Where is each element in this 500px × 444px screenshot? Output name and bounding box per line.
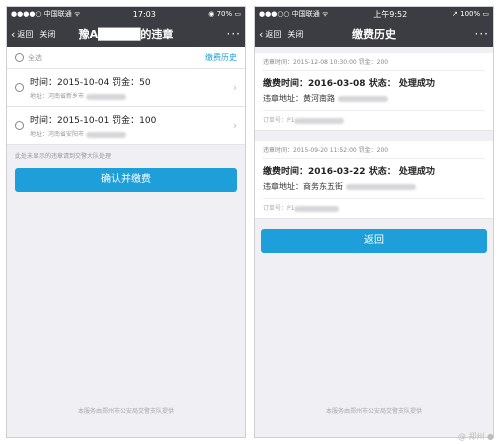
nav-bar: ‹ 返回 关闭 缴费历史 ···: [255, 21, 493, 47]
payment-history-link[interactable]: 缴费历史: [205, 52, 237, 63]
violation-item[interactable]: 时间：2015-10-01 罚金：100 地址：河南省安阳市 ›: [7, 107, 245, 145]
redacted-text: [294, 117, 345, 124]
service-provider-note: 本服务由郑州市公安局交警支队提供: [325, 408, 422, 415]
confirm-pay-button[interactable]: 确认并缴费: [15, 168, 237, 192]
chevron-right-icon: ›: [232, 81, 237, 94]
battery-indicator: ↗ 100% ▭: [452, 10, 489, 18]
order-number: 订单号：P1: [263, 110, 485, 124]
select-all-label: 全选: [28, 53, 42, 62]
close-button[interactable]: 关闭: [39, 29, 55, 40]
redacted-text: [294, 205, 340, 212]
violation-time-fine: 时间：2015-10-04 罚金：50: [30, 78, 151, 88]
payment-time-status: 缴费时间：2016-03-22 状态： 处理成功: [263, 167, 435, 177]
battery-indicator: ◉ 70% ▭: [208, 10, 241, 18]
clock: 上午9:52: [373, 9, 408, 19]
clock: 17:03: [132, 9, 156, 19]
back-button[interactable]: ‹ 返回: [259, 28, 281, 41]
left-phone-screen: ●●●●○ 中国联通 ᯤ 17:03 ◉ 70% ▭ ‹ 返回 关闭 豫A███…: [6, 6, 246, 438]
violation-checkbox[interactable]: [15, 83, 24, 92]
payment-time-status: 缴费时间：2016-03-08 状态： 处理成功: [263, 79, 435, 89]
violation-meta: 违章时间：2015-09-20 11:52:00 罚金：200: [263, 145, 485, 159]
back-button[interactable]: ‹ 返回: [11, 28, 33, 41]
status-bar: ●●●○○ 中国联通 ᯤ 上午9:52 ↗ 100% ▭: [255, 7, 493, 21]
status-bar: ●●●●○ 中国联通 ᯤ 17:03 ◉ 70% ▭: [7, 7, 245, 21]
more-menu-icon[interactable]: ···: [475, 27, 489, 41]
violation-item[interactable]: 时间：2015-10-04 罚金：50 地址：河南省新乡市 ›: [7, 69, 245, 107]
order-number: 订单号：P1: [263, 198, 485, 212]
redacted-text: [85, 93, 126, 100]
violation-address: 违章地址：商务东五街: [263, 181, 485, 192]
info-note: 此处未显示的违章请到交警大队处理: [15, 153, 112, 160]
list-header: 全选 缴费历史: [7, 47, 245, 69]
payment-record: 违章时间：2015-09-20 11:52:00 罚金：200 缴费时间：201…: [255, 141, 493, 219]
carrier-text: ●●●○○ 中国联通 ᯤ: [259, 10, 329, 18]
chevron-right-icon: ›: [232, 119, 237, 132]
redacted-text: [345, 183, 416, 190]
carrier-text: ●●●●○ 中国联通 ᯤ: [11, 10, 81, 18]
violation-address: 地址：河南省安阳市: [30, 129, 156, 138]
nav-bar: ‹ 返回 关闭 豫A█████的违章 ···: [7, 21, 245, 47]
return-button[interactable]: 返回: [261, 229, 487, 253]
chevron-left-icon: ‹: [259, 27, 264, 41]
redacted-text: [337, 95, 388, 102]
violation-meta: 违章时间：2015-12-08 10:30:00 罚金：200: [263, 57, 485, 71]
more-menu-icon[interactable]: ···: [227, 27, 241, 41]
redacted-text: [85, 131, 126, 138]
select-all-checkbox[interactable]: [15, 53, 24, 62]
violation-address: 地址：河南省新乡市: [30, 91, 151, 100]
close-button[interactable]: 关闭: [287, 29, 303, 40]
payment-record: 违章时间：2015-12-08 10:30:00 罚金：200 缴费时间：201…: [255, 53, 493, 131]
service-provider-note: 本服务由郑州市公安局交警支队提供: [77, 408, 174, 415]
chevron-left-icon: ‹: [11, 27, 16, 41]
violation-checkbox[interactable]: [15, 121, 24, 130]
violation-address: 违章地址：黄河南路: [263, 93, 485, 104]
back-label: 返回: [17, 29, 34, 39]
watermark: @ 郑州 ●: [457, 432, 494, 441]
back-label: 返回: [265, 29, 282, 39]
right-phone-screen: ●●●○○ 中国联通 ᯤ 上午9:52 ↗ 100% ▭ ‹ 返回 关闭 缴费历…: [254, 6, 494, 438]
violation-time-fine: 时间：2015-10-01 罚金：100: [30, 116, 157, 126]
